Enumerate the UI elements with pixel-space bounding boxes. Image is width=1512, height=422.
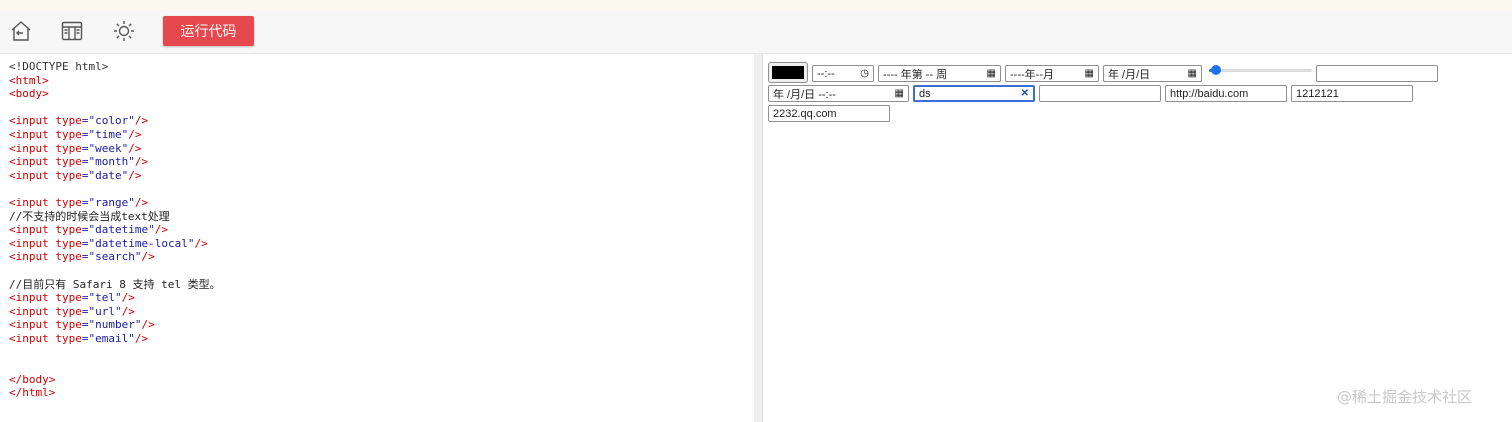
url-input[interactable]: http://baidu.com [1165, 85, 1287, 102]
code-line: <input type="range"/> [9, 195, 149, 209]
time-input-text: --:-- [817, 67, 838, 80]
code-line: <input type="time"/> [9, 127, 142, 141]
search-input[interactable]: ds ✕ [913, 85, 1035, 102]
search-input-text: ds [919, 87, 931, 100]
run-code-button[interactable]: 运行代码 [163, 16, 254, 46]
month-input-text: ----年--月 [1010, 68, 1054, 81]
code-line: <input type="email"/> [9, 331, 149, 345]
code-line: <input type="datetime"/> [9, 223, 168, 237]
code-line: </body> [9, 372, 56, 386]
calendar-icon: ▦ [894, 88, 904, 99]
top-strip [0, 0, 1512, 10]
color-swatch [772, 66, 804, 79]
clear-icon[interactable]: ✕ [1021, 88, 1029, 99]
home-back-icon[interactable] [8, 18, 34, 44]
watermark: @稀土掘金技术社区 [1337, 388, 1473, 406]
number-input-text: 1212121 [1296, 87, 1339, 100]
email-input[interactable]: 2232.qq.com [768, 105, 890, 122]
tel-input[interactable] [1039, 85, 1161, 102]
month-input[interactable]: ----年--月 ▦ [1005, 65, 1099, 82]
code-line: <input type="number"/> [9, 318, 155, 332]
url-input-text: http://baidu.com [1170, 87, 1249, 100]
pane-splitter[interactable] [754, 54, 763, 422]
code-lines: <!DOCTYPE html> <html> <body> <input type=… [9, 60, 221, 400]
code-line: //不支持的时候会当成text处理 [9, 209, 170, 223]
preview-pane: --:-- ◷ ---- 年第 -- 周 ▦ ----年--月 ▦ 年 /月/日… [763, 54, 1512, 422]
date-input[interactable]: 年 /月/日 ▦ [1103, 65, 1202, 82]
calendar-icon: ▦ [1084, 68, 1094, 79]
datetime-local-input[interactable]: 年 /月/日 --:-- ▦ [768, 85, 909, 102]
week-input-text: ---- 年第 -- 周 [883, 68, 948, 81]
code-line: <input type="color"/> [9, 114, 149, 128]
calendar-icon: ▦ [986, 68, 996, 79]
datetime-local-input-text: 年 /月/日 --:-- [773, 88, 836, 101]
code-line: <input type="week"/> [9, 141, 142, 155]
code-editor[interactable]: <!DOCTYPE html> <html> <body> <input type=… [0, 54, 755, 422]
code-line: <input type="month"/> [9, 155, 149, 169]
code-line: <input type="tel"/> [9, 291, 135, 305]
calendar-icon: ▦ [1187, 68, 1197, 79]
week-input[interactable]: ---- 年第 -- 周 ▦ [878, 65, 1001, 82]
email-input-text: 2232.qq.com [773, 107, 837, 120]
code-line: <input type="date"/> [9, 168, 142, 182]
brightness-sun-icon[interactable] [111, 18, 137, 44]
code-line: <body> [9, 87, 49, 101]
range-slider[interactable] [1209, 65, 1312, 75]
toolbar: 运行代码 [0, 10, 1512, 54]
time-input[interactable]: --:-- ◷ [812, 65, 874, 82]
code-line: <html> [9, 73, 49, 87]
code-line: <input type="url"/> [9, 304, 135, 318]
code-line: <input type="search"/> [9, 250, 155, 264]
range-thumb[interactable] [1211, 65, 1221, 75]
range-track [1209, 69, 1312, 72]
code-line: <!DOCTYPE html> [9, 60, 109, 73]
datetime-input[interactable] [1316, 65, 1438, 82]
code-line: </html> [9, 386, 56, 400]
date-input-text: 年 /月/日 [1108, 68, 1151, 81]
clock-icon: ◷ [860, 68, 869, 79]
number-input[interactable]: 1212121 [1291, 85, 1413, 102]
layout-window-icon[interactable] [59, 18, 85, 44]
code-line: //目前只有 Safari 8 支持 tel 类型。 [9, 277, 221, 291]
code-line: <input type="datetime-local"/> [9, 236, 208, 250]
color-input[interactable] [768, 62, 808, 83]
